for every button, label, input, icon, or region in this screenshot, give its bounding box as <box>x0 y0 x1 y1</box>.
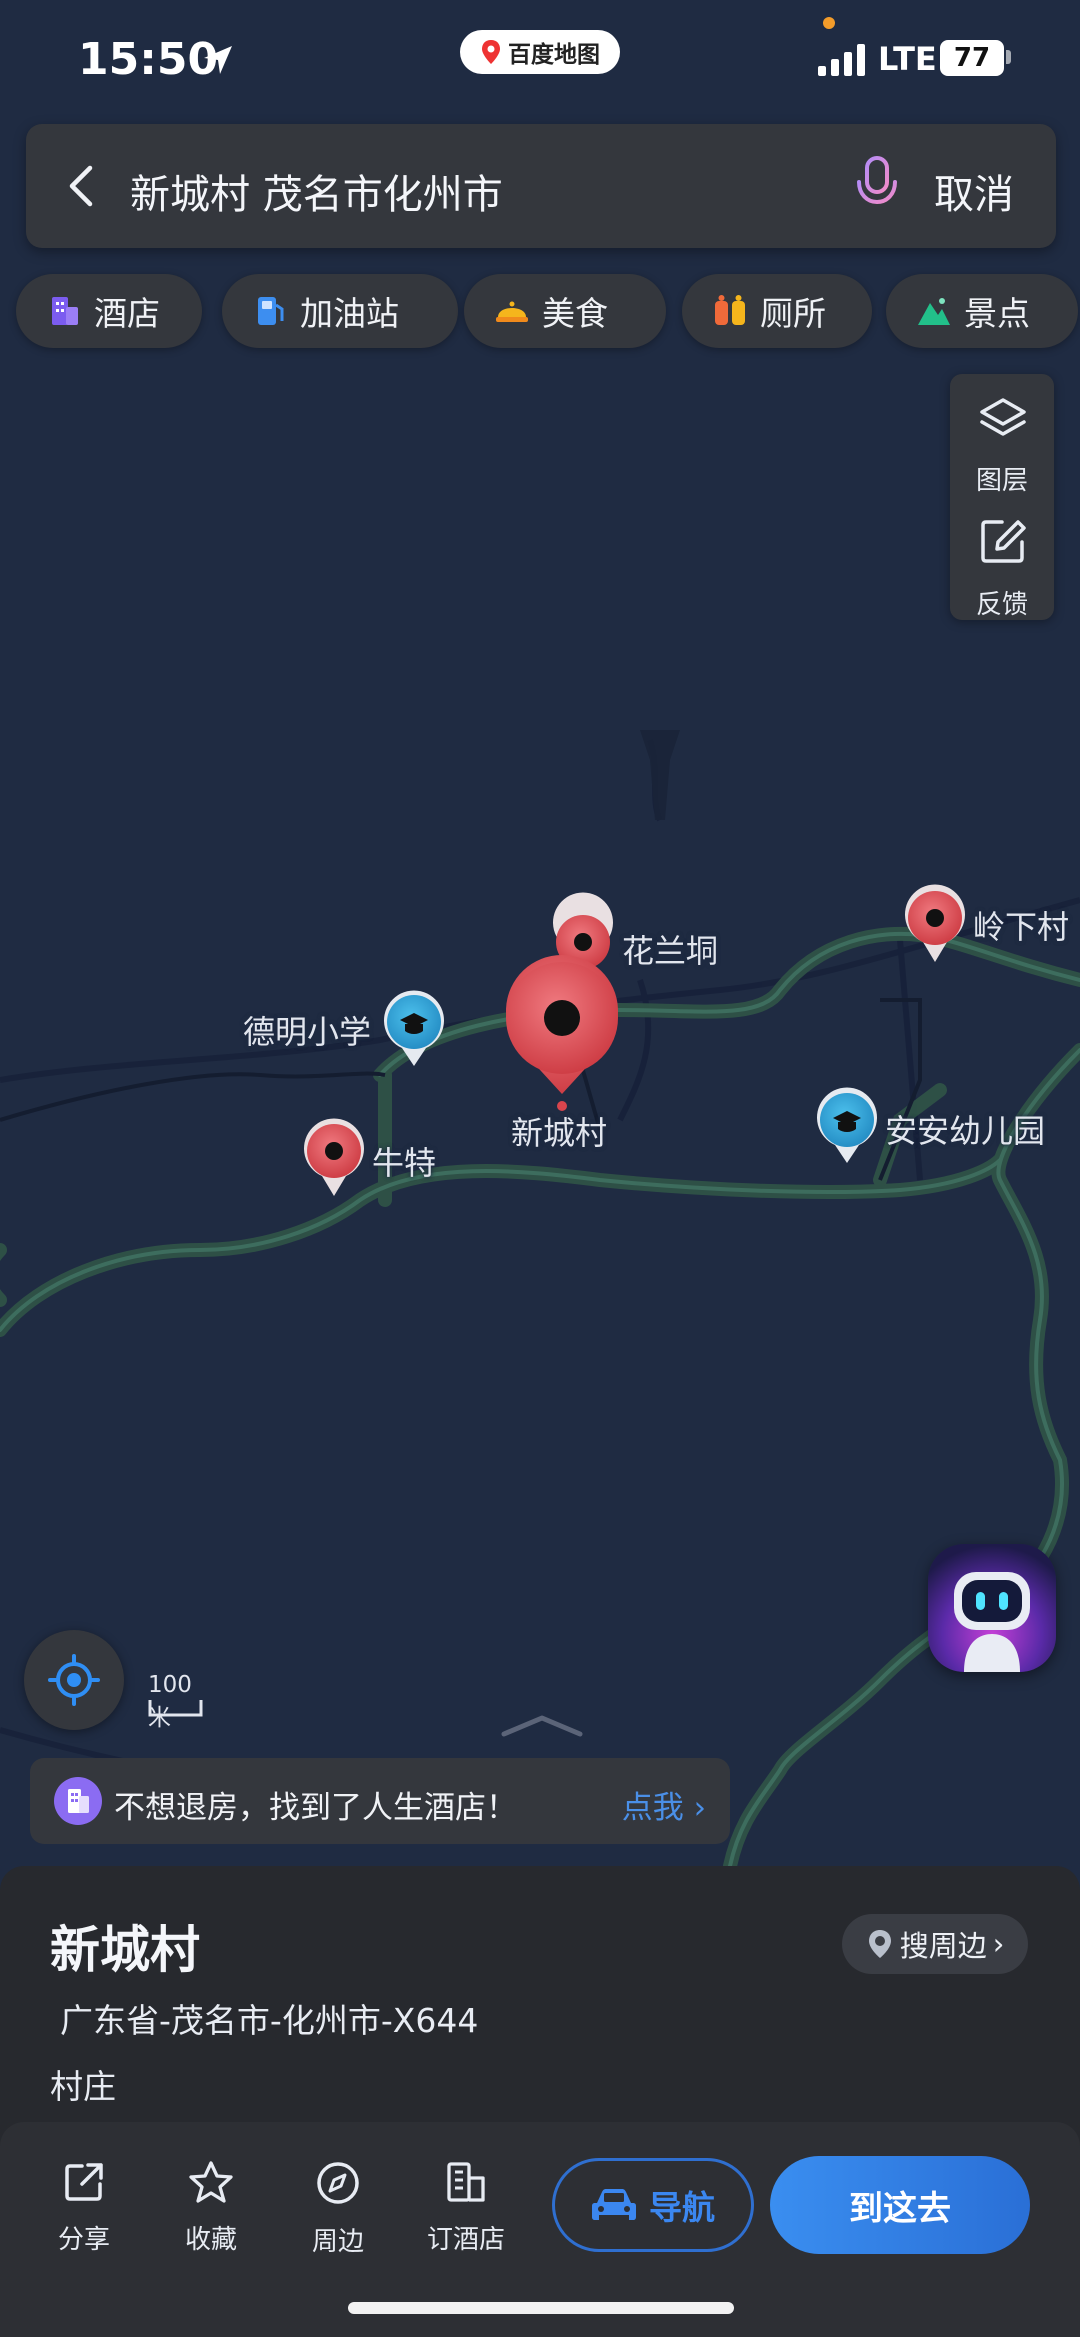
nearby-label: 搜周边 <box>899 1929 987 1963</box>
pin-niute[interactable] <box>304 1118 364 1196</box>
favorite-button[interactable]: 收藏 <box>161 2160 261 2256</box>
go-here-button[interactable]: 到这去 <box>770 2156 1030 2254</box>
car-icon <box>592 2189 636 2220</box>
compass-icon <box>317 2162 359 2204</box>
promo-text: 不想退房，找到了人生酒店！ <box>114 1790 517 1826</box>
share-button[interactable]: 分享 <box>34 2160 134 2256</box>
locate-target-icon <box>48 1654 100 1706</box>
map-label-niute: 牛特 <box>372 1144 437 1182</box>
share-icon <box>65 2163 103 2201</box>
pin-lingxiacun[interactable] <box>905 884 965 962</box>
book-hotel-label: 订酒店 <box>426 2225 505 2255</box>
nearby-pin-icon <box>868 1930 891 1958</box>
navigate-label: 导航 <box>649 2188 715 2227</box>
search-nearby-button[interactable]: 搜周边 › <box>842 1914 1028 1974</box>
pin-deming-school[interactable] <box>384 990 445 1066</box>
locate-me-button[interactable] <box>24 1630 124 1730</box>
expand-handle-icon[interactable] <box>500 1710 584 1740</box>
robot-icon <box>954 1572 1030 1672</box>
map-label-hualandong: 花兰垌 <box>622 932 719 970</box>
scale-bar <box>148 1700 203 1717</box>
chevron-right-icon: › <box>693 1790 706 1826</box>
home-indicator[interactable] <box>348 2302 734 2314</box>
ai-assistant-button[interactable] <box>928 1544 1056 1672</box>
place-type: 村庄 <box>50 2067 116 2106</box>
map-pins <box>304 884 965 1196</box>
go-here-label: 到这去 <box>849 2188 951 2229</box>
promo-link[interactable]: 点我 › <box>622 1782 706 1827</box>
chevron-right-icon: › <box>992 1927 1005 1961</box>
hotel-promo-banner[interactable]: 不想退房，找到了人生酒店！ 点我 › <box>30 1758 730 1844</box>
around-label: 周边 <box>311 2227 364 2257</box>
star-icon <box>189 2161 233 2203</box>
favorite-label: 收藏 <box>184 2225 237 2255</box>
share-label: 分享 <box>57 2225 110 2255</box>
hotel-outline-icon <box>447 2162 485 2202</box>
map-label-anan-kindergarten: 安安幼儿园 <box>885 1112 1046 1150</box>
map-label-xinchengcun: 新城村 <box>511 1114 608 1152</box>
pin-xinchengcun-selected[interactable] <box>506 954 618 1111</box>
map-label-deming-school: 德明小学 <box>243 1013 372 1051</box>
hotel-building-icon <box>54 1777 102 1825</box>
promo-link-label: 点我 <box>621 1790 684 1826</box>
around-button[interactable]: 周边 <box>288 2160 388 2258</box>
navigate-button[interactable]: 导航 <box>552 2158 754 2252</box>
place-address: 广东省-茂名市-化州市-X644 <box>60 2001 479 2040</box>
place-name: 新城村 <box>50 1921 200 1979</box>
map-label-lingxiacun: 岭下村 <box>973 908 1070 946</box>
book-hotel-button[interactable]: 订酒店 <box>416 2160 516 2256</box>
pin-anan-kindergarten[interactable] <box>817 1087 878 1163</box>
